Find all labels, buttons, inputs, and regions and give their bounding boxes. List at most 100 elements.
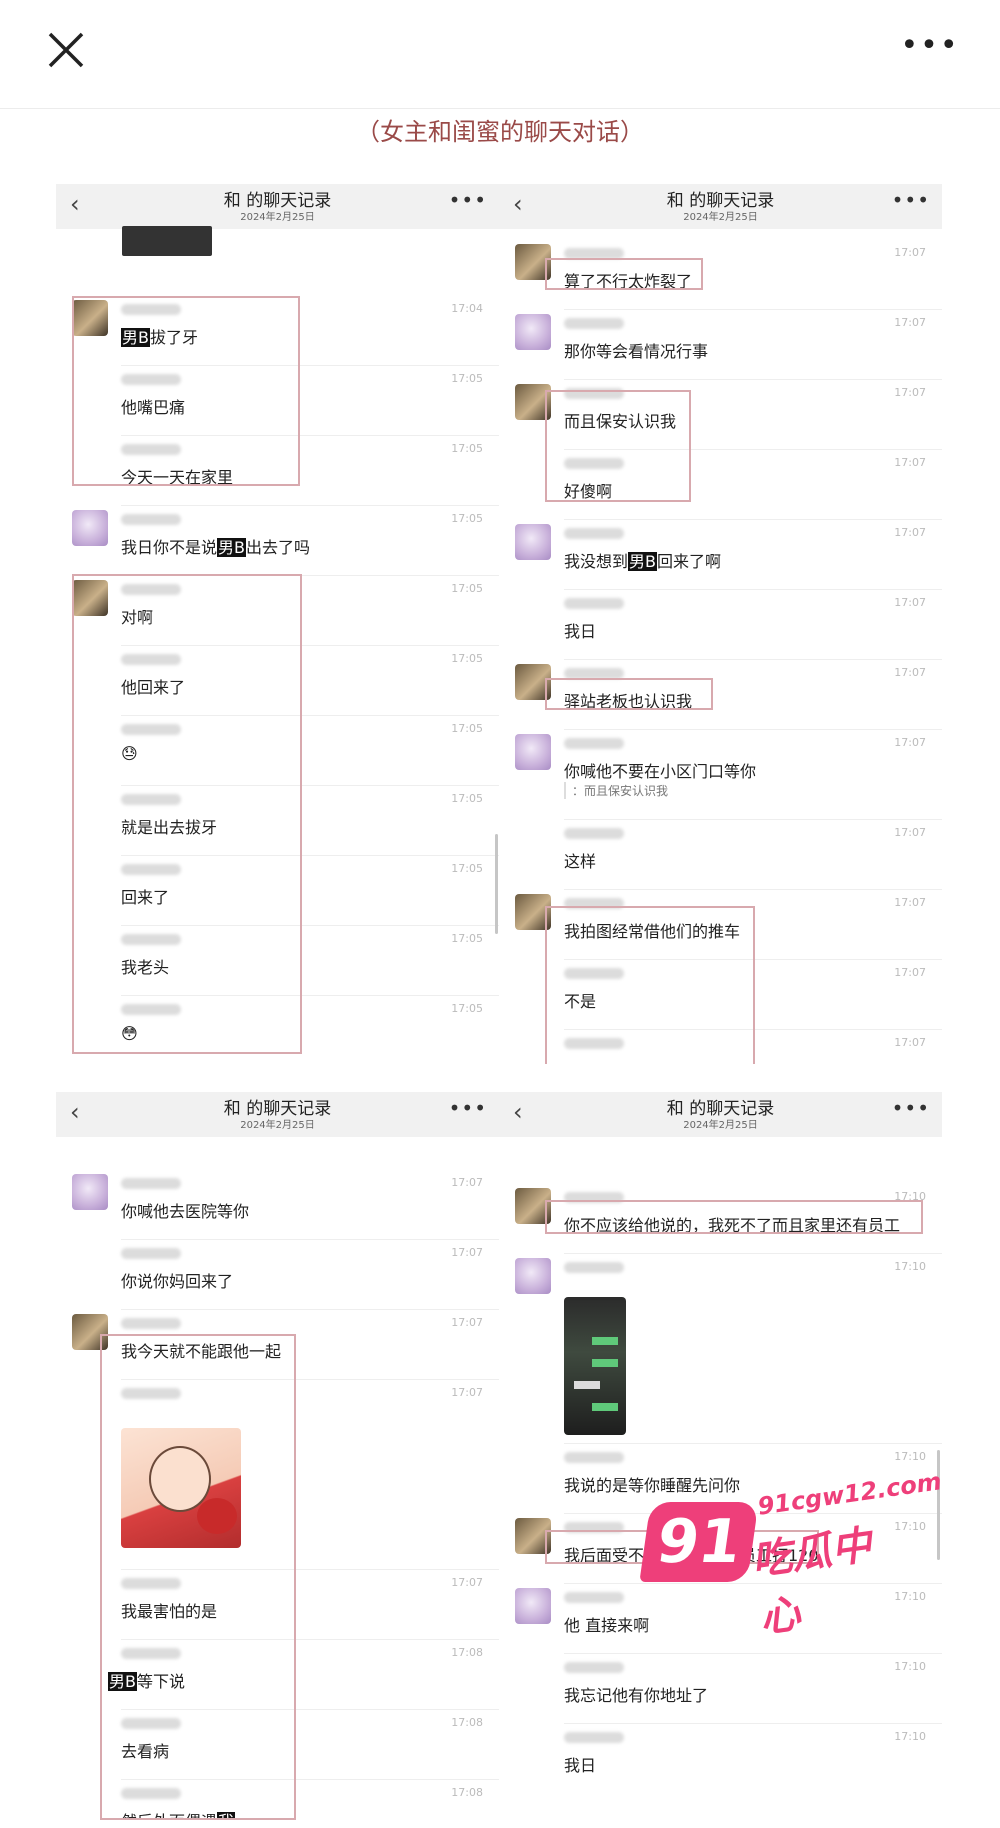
avatar	[515, 314, 551, 350]
highlight-box	[545, 390, 691, 502]
highlight-label: 男B	[628, 552, 657, 571]
blurred-name	[121, 1318, 181, 1329]
message-time: 17:07	[894, 966, 926, 979]
chat-record-date: 2024年2月25日	[240, 212, 315, 223]
chat-message: 我没想到男B回来了啊 17:07	[499, 520, 942, 590]
image-thumbnail[interactable]	[122, 226, 212, 256]
site-watermark: 91 91cgw12.com 吃瓜中心	[639, 1467, 943, 1642]
message-time: 17:07	[894, 456, 926, 469]
message-time: 17:10	[894, 1660, 926, 1673]
more-icon[interactable]: •••	[892, 1096, 930, 1120]
message-time: 17:05	[451, 512, 483, 525]
avatar	[515, 734, 551, 770]
caption-text: （女主和闺蜜的聊天对话）	[356, 118, 644, 146]
close-button[interactable]	[44, 28, 88, 72]
highlight-box	[72, 574, 302, 1054]
highlight-box	[545, 258, 703, 290]
chat-record-header: ‹ 和 的聊天记录 2024年2月25日 •••	[499, 184, 942, 229]
more-icon[interactable]: •••	[449, 188, 487, 212]
message-time: 17:07	[894, 896, 926, 909]
message-text: 我日	[564, 622, 597, 641]
highlight-label: 男B	[217, 538, 246, 557]
chat-message: 我忘记他有你地址了 17:10	[499, 1654, 942, 1724]
message-time: 17:05	[451, 862, 483, 875]
chat-record-panel-2: ‹ 和 的聊天记录 2024年2月25日 ••• 算了不行太炸裂了 17:07 那…	[499, 184, 942, 1064]
more-options-button[interactable]: •••	[900, 31, 960, 66]
message-time: 17:07	[894, 596, 926, 609]
chat-message: 你喊他去医院等你 17:07	[56, 1170, 499, 1240]
message-time: 17:07	[894, 826, 926, 839]
message-time: 17:05	[451, 792, 483, 805]
chat-message: 我日你不是说男B出去了吗 17:05	[56, 506, 499, 576]
watermark-badge: 91	[639, 1502, 759, 1582]
blurred-name	[121, 1178, 181, 1189]
message-time: 17:05	[451, 932, 483, 945]
blurred-name	[564, 528, 624, 539]
blurred-name	[564, 738, 624, 749]
message-time: 17:05	[451, 582, 483, 595]
chat-record-date: 2024年2月25日	[240, 1120, 315, 1131]
message-time: 17:07	[894, 386, 926, 399]
watermark-name: 吃瓜中心	[749, 1522, 875, 1642]
message-time: 17:07	[451, 1176, 483, 1189]
message-time: 17:10	[894, 1260, 926, 1273]
chat-record-header: ‹ 和 的聊天记录 2024年2月25日 •••	[499, 1092, 942, 1137]
message-text: 我日你不是说男B出去了吗	[121, 538, 311, 557]
message-time: 17:07	[894, 526, 926, 539]
chat-record-header: ‹ 和 的聊天记录 2024年2月25日 •••	[56, 1092, 499, 1137]
blurred-name	[564, 598, 624, 609]
quoted-reply: ：而且保安认识我	[564, 782, 668, 799]
blurred-name	[121, 1248, 181, 1259]
message-text: 我没想到男B回来了啊	[564, 552, 722, 571]
chat-message: 你说你妈回来了 17:07	[56, 1240, 499, 1310]
chat-message: 17:10	[499, 1254, 942, 1444]
highlight-box	[545, 906, 755, 1064]
message-text: 你喊他不要在小区门口等你	[564, 762, 757, 781]
highlight-box	[545, 1200, 923, 1234]
avatar	[72, 510, 108, 546]
message-time: 17:05	[451, 652, 483, 665]
message-time: 17:08	[451, 1646, 483, 1659]
screenshot-image[interactable]	[564, 1297, 626, 1435]
highlight-box	[545, 678, 713, 710]
blurred-name	[564, 318, 624, 329]
message-time: 17:07	[894, 666, 926, 679]
avatar	[515, 1258, 551, 1294]
chat-record-panel-1: ‹ 和 的聊天记录 2024年2月25日 ••• 男B拔了牙 17:04 他嘴巴痛…	[56, 184, 499, 1064]
blurred-name	[564, 828, 624, 839]
chat-message: 那你等会看情况行事 17:07	[499, 310, 942, 380]
highlight-box	[72, 296, 300, 486]
message-text: 他 直接来啊	[564, 1616, 650, 1635]
message-time: 17:10	[894, 1730, 926, 1743]
chat-message: 我日 17:07	[499, 590, 942, 660]
avatar	[72, 1174, 108, 1210]
chat-record-date: 2024年2月25日	[683, 1120, 758, 1131]
more-icon[interactable]: •••	[449, 1096, 487, 1120]
message-text: 这样	[564, 852, 597, 871]
chat-message: 我日 17:10	[499, 1724, 942, 1794]
highlight-box	[100, 1334, 296, 1820]
message-text: 你说你妈回来了	[121, 1272, 234, 1291]
blurred-name	[564, 1662, 624, 1673]
message-time: 17:07	[894, 316, 926, 329]
chat-record-panel-3: ‹ 和 的聊天记录 2024年2月25日 ••• 你喊他去医院等你 17:07 你…	[56, 1092, 499, 1820]
message-text: 你喊他去医院等你	[121, 1202, 250, 1221]
scrollbar[interactable]	[495, 834, 498, 934]
message-time: 17:05	[451, 442, 483, 455]
message-text: 那你等会看情况行事	[564, 342, 709, 361]
message-text: 我忘记他有你地址了	[564, 1686, 709, 1705]
chat-message: 这样 17:07	[499, 820, 942, 890]
message-time: 17:07	[451, 1246, 483, 1259]
message-time: 17:08	[451, 1716, 483, 1729]
message-time: 17:07	[451, 1386, 483, 1399]
chat-message: 你喊他不要在小区门口等你 ：而且保安认识我 17:07	[499, 730, 942, 820]
blurred-name	[121, 514, 181, 525]
chat-record-date: 2024年2月25日	[683, 212, 758, 223]
message-time: 17:08	[451, 1786, 483, 1799]
blurred-name	[564, 1262, 624, 1273]
top-bar: •••	[0, 0, 1000, 109]
avatar	[515, 1588, 551, 1624]
message-time: 17:07	[894, 1036, 926, 1049]
more-icon[interactable]: •••	[892, 188, 930, 212]
message-time: 17:07	[894, 736, 926, 749]
